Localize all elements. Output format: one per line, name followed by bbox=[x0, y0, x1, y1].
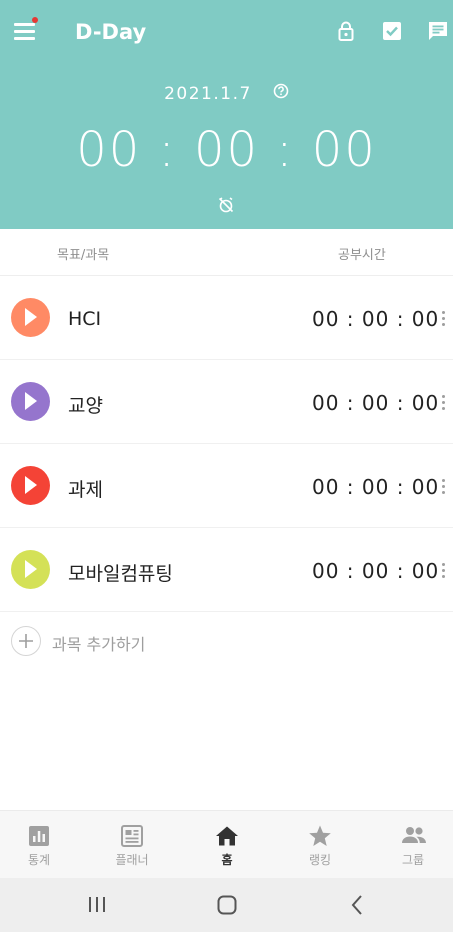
subject-row[interactable]: 모바일컴퓨팅 00 : 00 : 00 bbox=[0, 528, 453, 612]
plus-icon bbox=[11, 626, 41, 656]
nav-ranking-label: 랭킹 bbox=[308, 853, 332, 867]
nav-ranking[interactable]: 랭킹 bbox=[275, 811, 365, 879]
more-options-icon[interactable] bbox=[437, 391, 449, 415]
d-day-date: 2021.1.7 bbox=[164, 84, 252, 104]
play-button[interactable] bbox=[11, 382, 50, 421]
play-button[interactable] bbox=[11, 550, 50, 589]
back-icon[interactable] bbox=[349, 894, 365, 920]
date-row: 2021.1.7 bbox=[0, 83, 453, 104]
play-icon bbox=[25, 476, 37, 494]
subject-row[interactable]: HCI 00 : 00 : 00 bbox=[0, 276, 453, 360]
add-subject-button[interactable]: 과목 추가하기 bbox=[0, 612, 453, 672]
nav-planner[interactable]: 플래너 bbox=[87, 811, 177, 879]
notification-dot bbox=[32, 17, 38, 23]
nav-stats-label: 통계 bbox=[27, 853, 51, 867]
nav-home-label: 홈 bbox=[221, 853, 233, 867]
group-icon bbox=[402, 827, 426, 843]
stats-icon bbox=[29, 826, 49, 846]
subject-time: 00 : 00 : 00 bbox=[312, 307, 440, 331]
play-icon bbox=[25, 560, 37, 578]
subject-name: HCI bbox=[68, 308, 102, 330]
nav-home[interactable]: 홈 bbox=[182, 811, 272, 879]
nav-stats[interactable]: 통계 bbox=[0, 811, 84, 879]
play-button[interactable] bbox=[11, 298, 50, 337]
menu-icon[interactable] bbox=[12, 17, 38, 42]
lock-icon[interactable] bbox=[335, 20, 357, 42]
planner-icon bbox=[121, 825, 143, 847]
subject-list-header: 목표/과목 공부시간 bbox=[0, 229, 453, 276]
nav-planner-label: 플래너 bbox=[115, 853, 149, 867]
help-icon[interactable] bbox=[273, 83, 289, 103]
play-button[interactable] bbox=[11, 466, 50, 505]
goal-subject-column-label: 목표/과목 bbox=[57, 248, 110, 263]
bottom-navigation: 통계 플래너 홈 랭킹 그룹 bbox=[0, 810, 453, 878]
star-icon bbox=[309, 825, 331, 846]
checkbox-icon[interactable] bbox=[381, 20, 403, 42]
play-icon bbox=[25, 392, 37, 410]
add-subject-label: 과목 추가하기 bbox=[52, 635, 146, 654]
app-title: D-Day bbox=[75, 20, 147, 44]
home-system-icon[interactable] bbox=[216, 894, 238, 920]
alarm-off-icon[interactable] bbox=[217, 196, 235, 218]
subject-row[interactable]: 과제 00 : 00 : 00 bbox=[0, 444, 453, 528]
subject-name: 과제 bbox=[68, 479, 103, 501]
home-icon bbox=[216, 826, 238, 846]
subject-time: 00 : 00 : 00 bbox=[312, 559, 440, 583]
more-options-icon[interactable] bbox=[437, 475, 449, 499]
system-navigation-bar bbox=[0, 878, 453, 932]
subject-name: 교양 bbox=[68, 395, 103, 417]
header-bar: D-Day 2021.1.7 00 : 00: 00 bbox=[0, 0, 453, 229]
subject-time: 00 : 00 : 00 bbox=[312, 475, 440, 499]
nav-group-label: 그룹 bbox=[401, 853, 425, 867]
subject-time: 00 : 00 : 00 bbox=[312, 391, 440, 415]
study-time-column-label: 공부시간 bbox=[338, 248, 386, 263]
nav-group[interactable]: 그룹 bbox=[368, 811, 453, 879]
play-icon bbox=[25, 308, 37, 326]
more-options-icon[interactable] bbox=[437, 559, 449, 583]
more-options-icon[interactable] bbox=[437, 307, 449, 331]
subject-name: 모바일컴퓨팅 bbox=[68, 563, 173, 585]
recent-apps-icon[interactable] bbox=[86, 895, 108, 919]
subject-row[interactable]: 교양 00 : 00 : 00 bbox=[0, 360, 453, 444]
message-icon[interactable] bbox=[427, 20, 449, 42]
total-study-timer: 00 : 00 : 00 bbox=[76, 122, 377, 178]
